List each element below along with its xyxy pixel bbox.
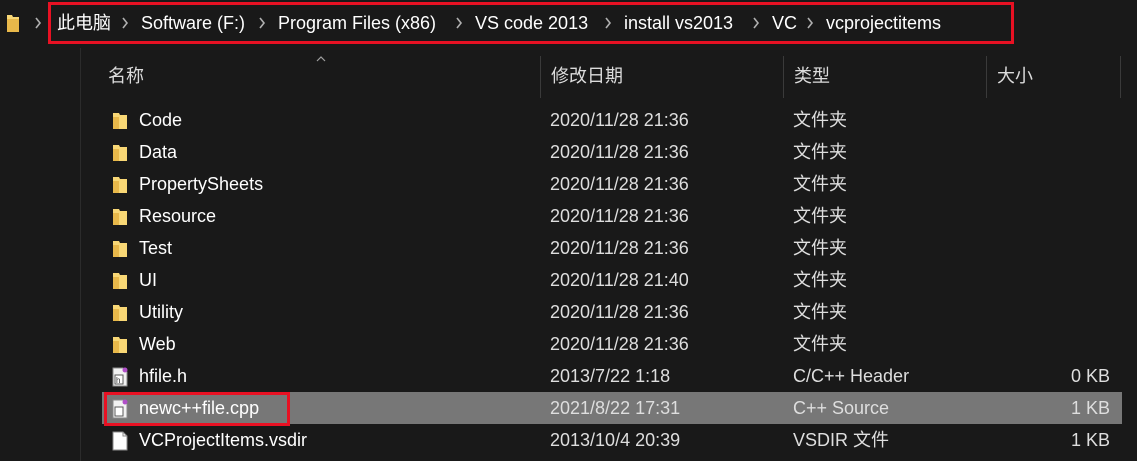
- chevron-right-icon[interactable]: [121, 16, 129, 30]
- file-date: 2020/11/28 21:40: [550, 270, 689, 290]
- list-item[interactable]: Utility 2020/11/28 21:36 文件夹: [102, 296, 1122, 328]
- file-type: 文件夹: [793, 110, 847, 130]
- folder-icon: [113, 241, 127, 257]
- file-date: 2013/10/4 20:39: [550, 430, 681, 450]
- file-type: 文件夹: [793, 302, 847, 322]
- file-name: VCProjectItems.vsdir: [139, 430, 308, 450]
- breadcrumb-item-this-pc[interactable]: 此电脑: [57, 13, 111, 33]
- breadcrumb-item-program-files[interactable]: Program Files (x86): [278, 13, 436, 33]
- file-type: 文件夹: [793, 206, 847, 226]
- chevron-right-icon[interactable]: [806, 16, 814, 30]
- column-divider[interactable]: [1120, 56, 1121, 98]
- folder-icon: [113, 145, 127, 161]
- list-item[interactable]: VCProjectItems.vsdir 2013/10/4 20:39 VSD…: [102, 424, 1122, 456]
- folder-icon: [113, 305, 127, 321]
- file-name: Data: [139, 142, 178, 162]
- list-item[interactable]: Resource 2020/11/28 21:36 文件夹: [102, 200, 1122, 232]
- file-date: 2020/11/28 21:36: [550, 238, 689, 258]
- file-name: PropertySheets: [139, 174, 264, 194]
- file-size: 1 KB: [1070, 430, 1110, 450]
- address-bar[interactable]: 此电脑 Software (F:) Program Files (x86) VS…: [0, 0, 1137, 48]
- folder-icon: [7, 15, 19, 32]
- file-type: 文件夹: [793, 142, 847, 162]
- sort-ascending-icon: [316, 56, 326, 62]
- file-date: 2020/11/28 21:36: [550, 142, 689, 162]
- column-divider[interactable]: [540, 56, 541, 98]
- file-name: UI: [139, 270, 157, 290]
- folder-icon: [113, 177, 127, 193]
- file-date: 2013/7/22 1:18: [550, 366, 671, 386]
- breadcrumb-item-install-vs2013[interactable]: install vs2013: [624, 13, 733, 33]
- chevron-right-icon[interactable]: [455, 16, 463, 30]
- file-date: 2021/8/22 17:31: [550, 398, 681, 418]
- breadcrumb-item-vs-code-2013[interactable]: VS code 2013: [475, 13, 588, 33]
- breadcrumb-item-vcprojectitems[interactable]: vcprojectitems: [826, 13, 941, 33]
- file-type: C/C++ Header: [793, 366, 910, 386]
- file-date: 2020/11/28 21:36: [550, 174, 689, 194]
- folder-icon: [113, 273, 127, 289]
- list-item[interactable]: Web 2020/11/28 21:36 文件夹: [102, 328, 1122, 360]
- folder-icon: [113, 113, 127, 129]
- list-item[interactable]: Test 2020/11/28 21:36 文件夹: [102, 232, 1122, 264]
- header-file-icon: h: [112, 367, 128, 387]
- file-type: 文件夹: [793, 174, 847, 194]
- list-item[interactable]: Code 2020/11/28 21:36 文件夹: [102, 104, 1122, 136]
- document-icon: [112, 431, 128, 451]
- file-type: 文件夹: [793, 334, 847, 354]
- column-header-size[interactable]: 大小: [997, 66, 1033, 86]
- chevron-right-icon[interactable]: [604, 16, 612, 30]
- chevron-right-icon[interactable]: [752, 16, 760, 30]
- file-date: 2020/11/28 21:36: [550, 206, 689, 226]
- folder-icon: [113, 337, 127, 353]
- list-item[interactable]: h hfile.h 2013/7/22 1:18 C/C++ Header 0 …: [102, 360, 1122, 392]
- file-type: C++ Source: [793, 398, 890, 418]
- file-date: 2020/11/28 21:36: [550, 110, 689, 130]
- chevron-right-icon[interactable]: [34, 16, 42, 30]
- file-type: VSDIR 文件: [793, 430, 890, 450]
- file-name: Web: [139, 334, 176, 354]
- file-name: Code: [139, 110, 183, 130]
- column-header-type[interactable]: 类型: [794, 66, 830, 86]
- file-date: 2020/11/28 21:36: [550, 334, 689, 354]
- list-item[interactable]: Data 2020/11/28 21:36 文件夹: [102, 136, 1122, 168]
- list-item[interactable]: UI 2020/11/28 21:40 文件夹: [102, 264, 1122, 296]
- folder-icon: [113, 209, 127, 225]
- chevron-right-icon[interactable]: [258, 16, 266, 30]
- navigation-pane: [0, 48, 80, 461]
- column-divider[interactable]: [783, 56, 784, 98]
- file-type: 文件夹: [793, 238, 847, 258]
- column-divider[interactable]: [986, 56, 987, 98]
- file-size: 0 KB: [1070, 366, 1110, 386]
- column-header-name[interactable]: 名称: [108, 66, 144, 86]
- breadcrumb-item-software-drive[interactable]: Software (F:): [141, 13, 245, 33]
- file-date: 2020/11/28 21:36: [550, 302, 689, 322]
- column-header-date[interactable]: 修改日期: [551, 66, 623, 86]
- file-name: Utility: [139, 302, 183, 322]
- file-type: 文件夹: [793, 270, 847, 290]
- list-item[interactable]: PropertySheets 2020/11/28 21:36 文件夹: [102, 168, 1122, 200]
- pane-divider[interactable]: [80, 48, 81, 461]
- file-name: hfile.h: [139, 366, 188, 386]
- file-size: 1 KB: [1070, 398, 1110, 418]
- highlight-box: [104, 392, 290, 426]
- file-name: Test: [139, 238, 173, 258]
- svg-text:h: h: [116, 376, 120, 385]
- breadcrumb-item-vc[interactable]: VC: [772, 13, 797, 33]
- file-name: Resource: [139, 206, 217, 226]
